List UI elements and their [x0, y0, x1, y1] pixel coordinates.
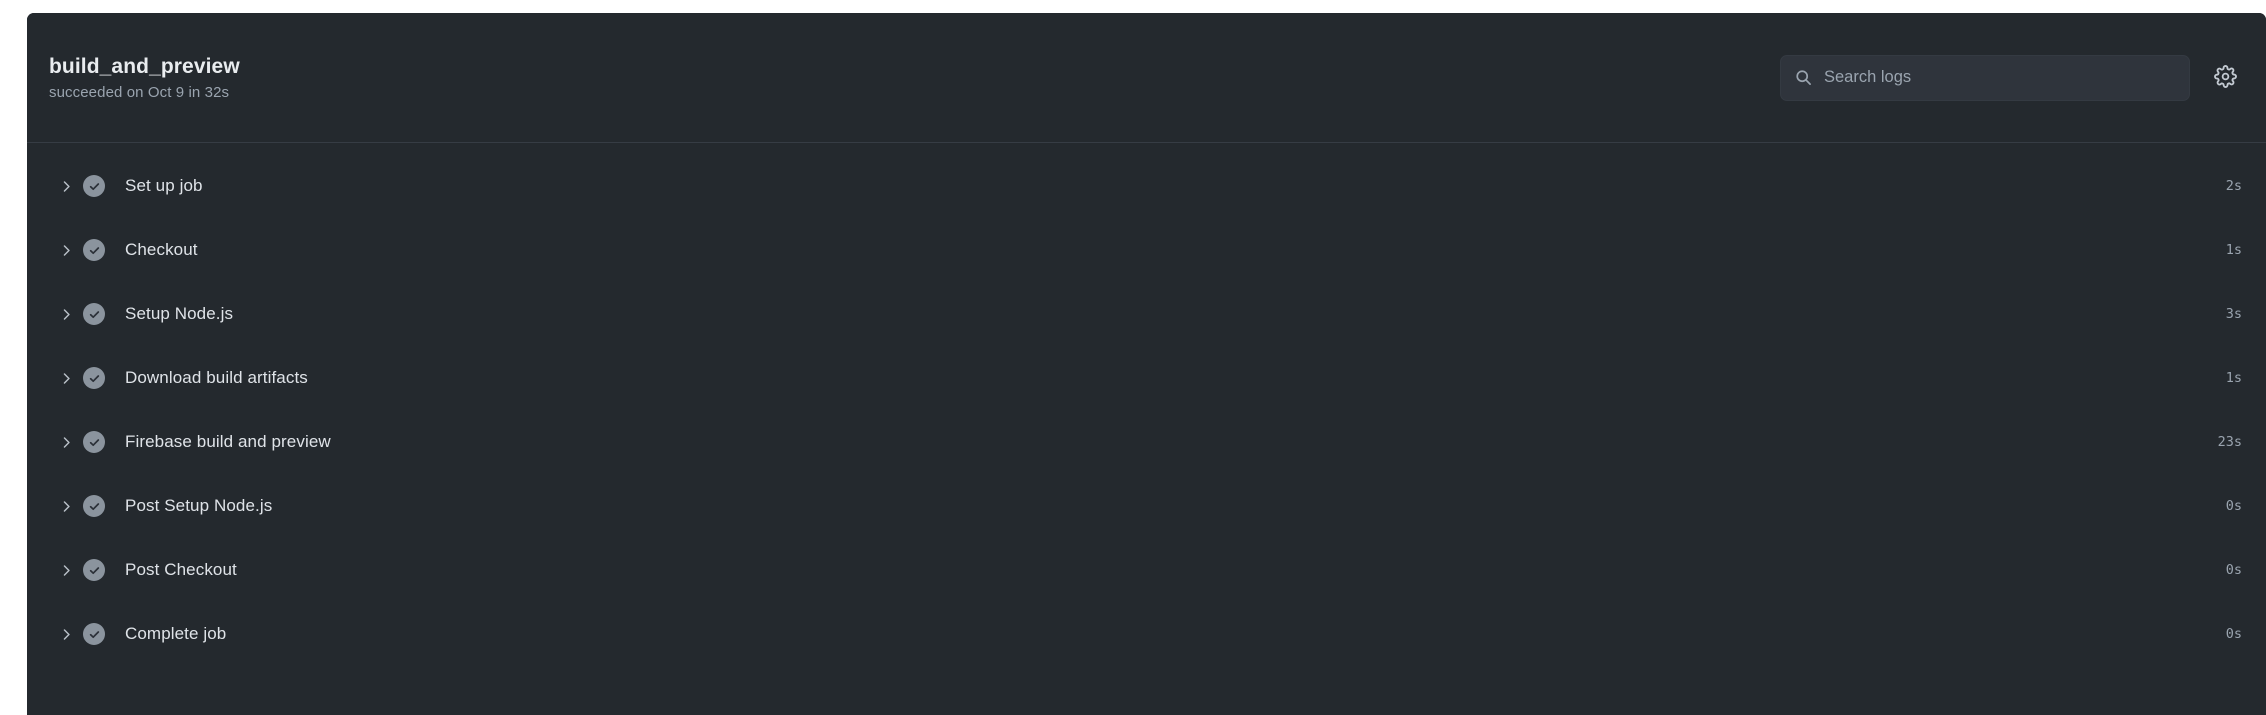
step-row[interactable]: Download build artifacts 1s [27, 346, 2266, 410]
step-name: Complete job [125, 624, 227, 643]
search-logs-box[interactable] [1780, 54, 2190, 101]
step-list: Set up job 2s Checkout 1s Setup Node.js … [27, 143, 2266, 715]
step-status-success-icon [83, 303, 113, 325]
chevron-right-icon[interactable] [49, 372, 83, 385]
gear-icon [2213, 64, 2237, 91]
chevron-right-icon[interactable] [49, 500, 83, 513]
step-name: Setup Node.js [125, 304, 234, 323]
step-name: Post Checkout [125, 560, 237, 579]
step-status-success-icon [83, 559, 113, 581]
search-input[interactable] [1824, 68, 2175, 87]
step-status-success-icon [83, 495, 113, 517]
settings-button[interactable] [2208, 61, 2242, 95]
search-icon [1795, 69, 1812, 86]
step-name: Checkout [125, 240, 198, 259]
step-row[interactable]: Checkout 1s [27, 218, 2266, 282]
step-row[interactable]: Post Setup Node.js 0s [27, 474, 2266, 538]
step-duration: 3s [2225, 306, 2242, 322]
step-name: Firebase build and preview [125, 432, 331, 451]
step-row[interactable]: Post Checkout 0s [27, 538, 2266, 602]
step-row[interactable]: Firebase build and preview 23s [27, 410, 2266, 474]
step-duration: 0s [2225, 626, 2242, 642]
step-duration: 0s [2225, 498, 2242, 514]
step-name: Post Setup Node.js [125, 496, 273, 515]
step-status-success-icon [83, 623, 113, 645]
step-duration: 2s [2225, 178, 2242, 194]
step-duration: 1s [2225, 370, 2242, 386]
chevron-right-icon[interactable] [49, 308, 83, 321]
job-log-panel: build_and_preview succeeded on Oct 9 in … [27, 13, 2266, 715]
job-heading: build_and_preview succeeded on Oct 9 in … [49, 55, 240, 101]
step-name: Set up job [125, 176, 203, 195]
chevron-right-icon[interactable] [49, 180, 83, 193]
step-duration: 0s [2225, 562, 2242, 578]
step-row[interactable]: Set up job 2s [27, 154, 2266, 218]
job-header: build_and_preview succeeded on Oct 9 in … [27, 13, 2266, 143]
step-status-success-icon [83, 431, 113, 453]
step-duration: 23s [2217, 434, 2242, 450]
chevron-right-icon[interactable] [49, 436, 83, 449]
chevron-right-icon[interactable] [49, 244, 83, 257]
chevron-right-icon[interactable] [49, 564, 83, 577]
step-status-success-icon [83, 239, 113, 261]
step-row[interactable]: Complete job 0s [27, 602, 2266, 666]
step-status-success-icon [83, 175, 113, 197]
chevron-right-icon[interactable] [49, 628, 83, 641]
job-status-summary: succeeded on Oct 9 in 32s [49, 83, 230, 101]
page-title: build_and_preview [49, 54, 240, 78]
step-duration: 1s [2225, 242, 2242, 258]
step-status-success-icon [83, 367, 113, 389]
step-name: Download build artifacts [125, 368, 308, 387]
header-actions [1780, 54, 2242, 101]
step-row[interactable]: Setup Node.js 3s [27, 282, 2266, 346]
